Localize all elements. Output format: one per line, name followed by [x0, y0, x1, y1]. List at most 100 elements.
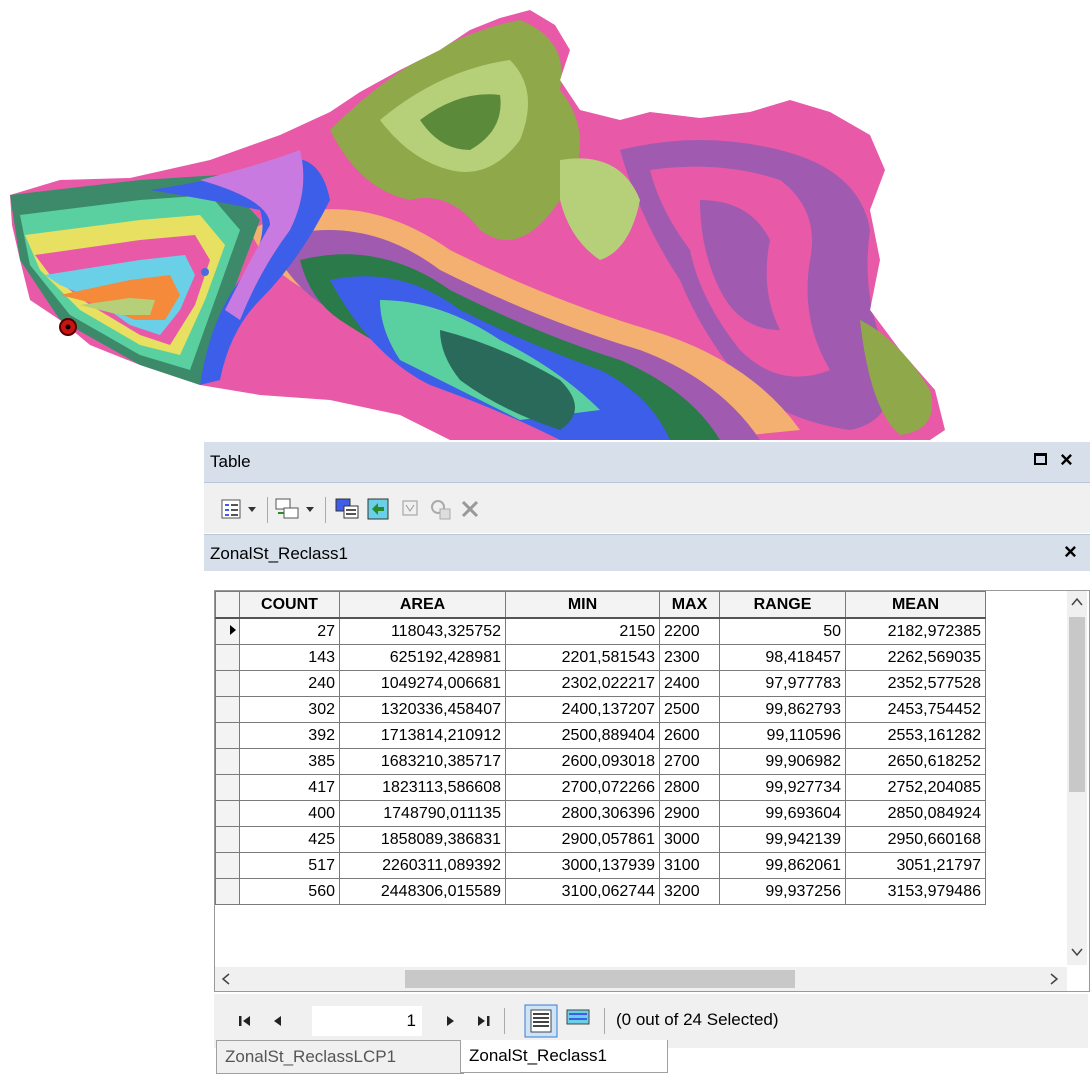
table-row[interactable]: 400 1748790,011135 2800,306396 2900 99,69360…	[215, 800, 986, 827]
scroll-right-icon[interactable]	[1049, 973, 1059, 985]
close-window-icon[interactable]: ×	[1060, 447, 1073, 473]
table-cell[interactable]: 2300	[659, 644, 720, 671]
column-header[interactable]: RANGE	[719, 591, 846, 619]
table-cell[interactable]: 97,977783	[719, 670, 846, 697]
table-cell[interactable]: 1683210,385717	[339, 748, 506, 775]
scroll-left-icon[interactable]	[221, 973, 231, 985]
vertical-scroll-thumb[interactable]	[1069, 617, 1085, 792]
table-cell[interactable]: 2448306,015589	[339, 878, 506, 905]
table-cell[interactable]: 2200	[659, 617, 720, 645]
table-cell[interactable]: 2150	[505, 617, 660, 645]
table-cell[interactable]: 99,693604	[719, 800, 846, 827]
table-cell[interactable]: 143	[239, 644, 340, 671]
table-cell[interactable]: 2700	[659, 748, 720, 775]
table-cell[interactable]: 99,927734	[719, 774, 846, 801]
first-record-icon[interactable]	[238, 1014, 254, 1028]
table-cell[interactable]: 2800	[659, 774, 720, 801]
row-selector[interactable]	[215, 878, 240, 905]
table-cell[interactable]: 1320336,458407	[339, 696, 506, 723]
table-cell[interactable]: 2352,577528	[845, 670, 986, 697]
table-cell[interactable]: 2553,161282	[845, 722, 986, 749]
table-cell[interactable]: 2400,137207	[505, 696, 660, 723]
column-header[interactable]: COUNT	[239, 591, 340, 619]
table-row[interactable]: 143 625192,428981 2201,581543 2300 98,418457…	[215, 644, 986, 671]
table-cell[interactable]: 3051,21797	[845, 852, 986, 879]
table-cell[interactable]: 517	[239, 852, 340, 879]
row-selector[interactable]	[215, 774, 240, 801]
vertical-scrollbar[interactable]	[1067, 591, 1087, 965]
table-options-icon[interactable]	[220, 497, 260, 521]
table-cell[interactable]: 2900,057861	[505, 826, 660, 853]
table-cell[interactable]: 2700,072266	[505, 774, 660, 801]
table-row[interactable]: 517 2260311,089392 3000,137939 3100 99,86206…	[215, 852, 986, 879]
table-cell[interactable]: 302	[239, 696, 340, 723]
record-number-input[interactable]: 1	[312, 1006, 422, 1036]
table-cell[interactable]: 2400	[659, 670, 720, 697]
related-tables-icon[interactable]	[274, 497, 318, 521]
table-cell[interactable]: 2752,204085	[845, 774, 986, 801]
tab-zonalst-reclass1[interactable]: ZonalSt_Reclass1	[460, 1040, 668, 1073]
table-cell[interactable]: 2500,889404	[505, 722, 660, 749]
table-cell[interactable]: 1823113,586608	[339, 774, 506, 801]
table-cell[interactable]: 392	[239, 722, 340, 749]
scroll-up-icon[interactable]	[1071, 597, 1083, 607]
table-cell[interactable]: 3153,979486	[845, 878, 986, 905]
table-cell[interactable]: 99,862061	[719, 852, 846, 879]
column-header[interactable]: AREA	[339, 591, 506, 619]
table-cell[interactable]: 99,110596	[719, 722, 846, 749]
table-cell[interactable]: 99,942139	[719, 826, 846, 853]
zoom-to-selected-icon[interactable]	[428, 497, 454, 521]
clear-selection-icon[interactable]	[400, 497, 422, 521]
close-table-icon[interactable]: ×	[1064, 539, 1077, 565]
table-row[interactable]: 27 118043,325752 2150 2200 50 2182,972385	[215, 617, 986, 645]
table-cell[interactable]: 2600,093018	[505, 748, 660, 775]
restore-icon[interactable]	[1034, 453, 1047, 465]
table-cell[interactable]: 99,937256	[719, 878, 846, 905]
table-cell[interactable]: 560	[239, 878, 340, 905]
table-cell[interactable]: 1049274,006681	[339, 670, 506, 697]
switch-selection-icon[interactable]	[366, 497, 394, 521]
row-selector-header[interactable]	[215, 591, 240, 619]
table-cell[interactable]: 2950,660168	[845, 826, 986, 853]
table-cell[interactable]: 425	[239, 826, 340, 853]
table-cell[interactable]: 2182,972385	[845, 617, 986, 645]
table-row[interactable]: 425 1858089,386831 2900,057861 3000 99,94213…	[215, 826, 986, 853]
table-cell[interactable]: 400	[239, 800, 340, 827]
column-header[interactable]: MAX	[659, 591, 720, 619]
map-view[interactable]	[0, 0, 1090, 440]
row-selector[interactable]	[215, 800, 240, 827]
delete-selected-icon[interactable]	[458, 497, 482, 521]
show-selected-records-icon[interactable]	[564, 1006, 592, 1034]
row-selector[interactable]	[215, 852, 240, 879]
table-row[interactable]: 417 1823113,586608 2700,072266 2800 99,92773…	[215, 774, 986, 801]
table-row[interactable]: 392 1713814,210912 2500,889404 2600 99,11059…	[215, 722, 986, 749]
table-row[interactable]: 560 2448306,015589 3100,062744 3200 99,93725…	[215, 878, 986, 905]
table-row[interactable]: 302 1320336,458407 2400,137207 2500 99,86279…	[215, 696, 986, 723]
scroll-down-icon[interactable]	[1071, 947, 1083, 957]
table-cell[interactable]: 3200	[659, 878, 720, 905]
table-cell[interactable]: 2260311,089392	[339, 852, 506, 879]
row-selector[interactable]	[215, 696, 240, 723]
table-cell[interactable]: 27	[239, 617, 340, 645]
select-by-attributes-icon[interactable]	[334, 497, 362, 521]
table-row[interactable]: 385 1683210,385717 2600,093018 2700 99,90698…	[215, 748, 986, 775]
table-cell[interactable]: 3100	[659, 852, 720, 879]
table-cell[interactable]: 99,862793	[719, 696, 846, 723]
column-header[interactable]: MEAN	[845, 591, 986, 619]
table-cell[interactable]: 385	[239, 748, 340, 775]
row-selector[interactable]	[215, 644, 240, 671]
table-cell[interactable]: 2850,084924	[845, 800, 986, 827]
show-all-records-icon[interactable]	[524, 1004, 558, 1038]
table-cell[interactable]: 240	[239, 670, 340, 697]
table-cell[interactable]: 3000,137939	[505, 852, 660, 879]
horizontal-scroll-thumb[interactable]	[405, 970, 795, 988]
last-record-icon[interactable]	[476, 1014, 492, 1028]
table-cell[interactable]: 2600	[659, 722, 720, 749]
table-row[interactable]: 240 1049274,006681 2302,022217 2400 97,97778…	[215, 670, 986, 697]
row-selector[interactable]	[215, 826, 240, 853]
table-cell[interactable]: 2500	[659, 696, 720, 723]
horizontal-scrollbar[interactable]	[215, 967, 1067, 991]
previous-record-icon[interactable]	[272, 1014, 284, 1028]
table-cell[interactable]: 2302,022217	[505, 670, 660, 697]
table-cell[interactable]: 417	[239, 774, 340, 801]
